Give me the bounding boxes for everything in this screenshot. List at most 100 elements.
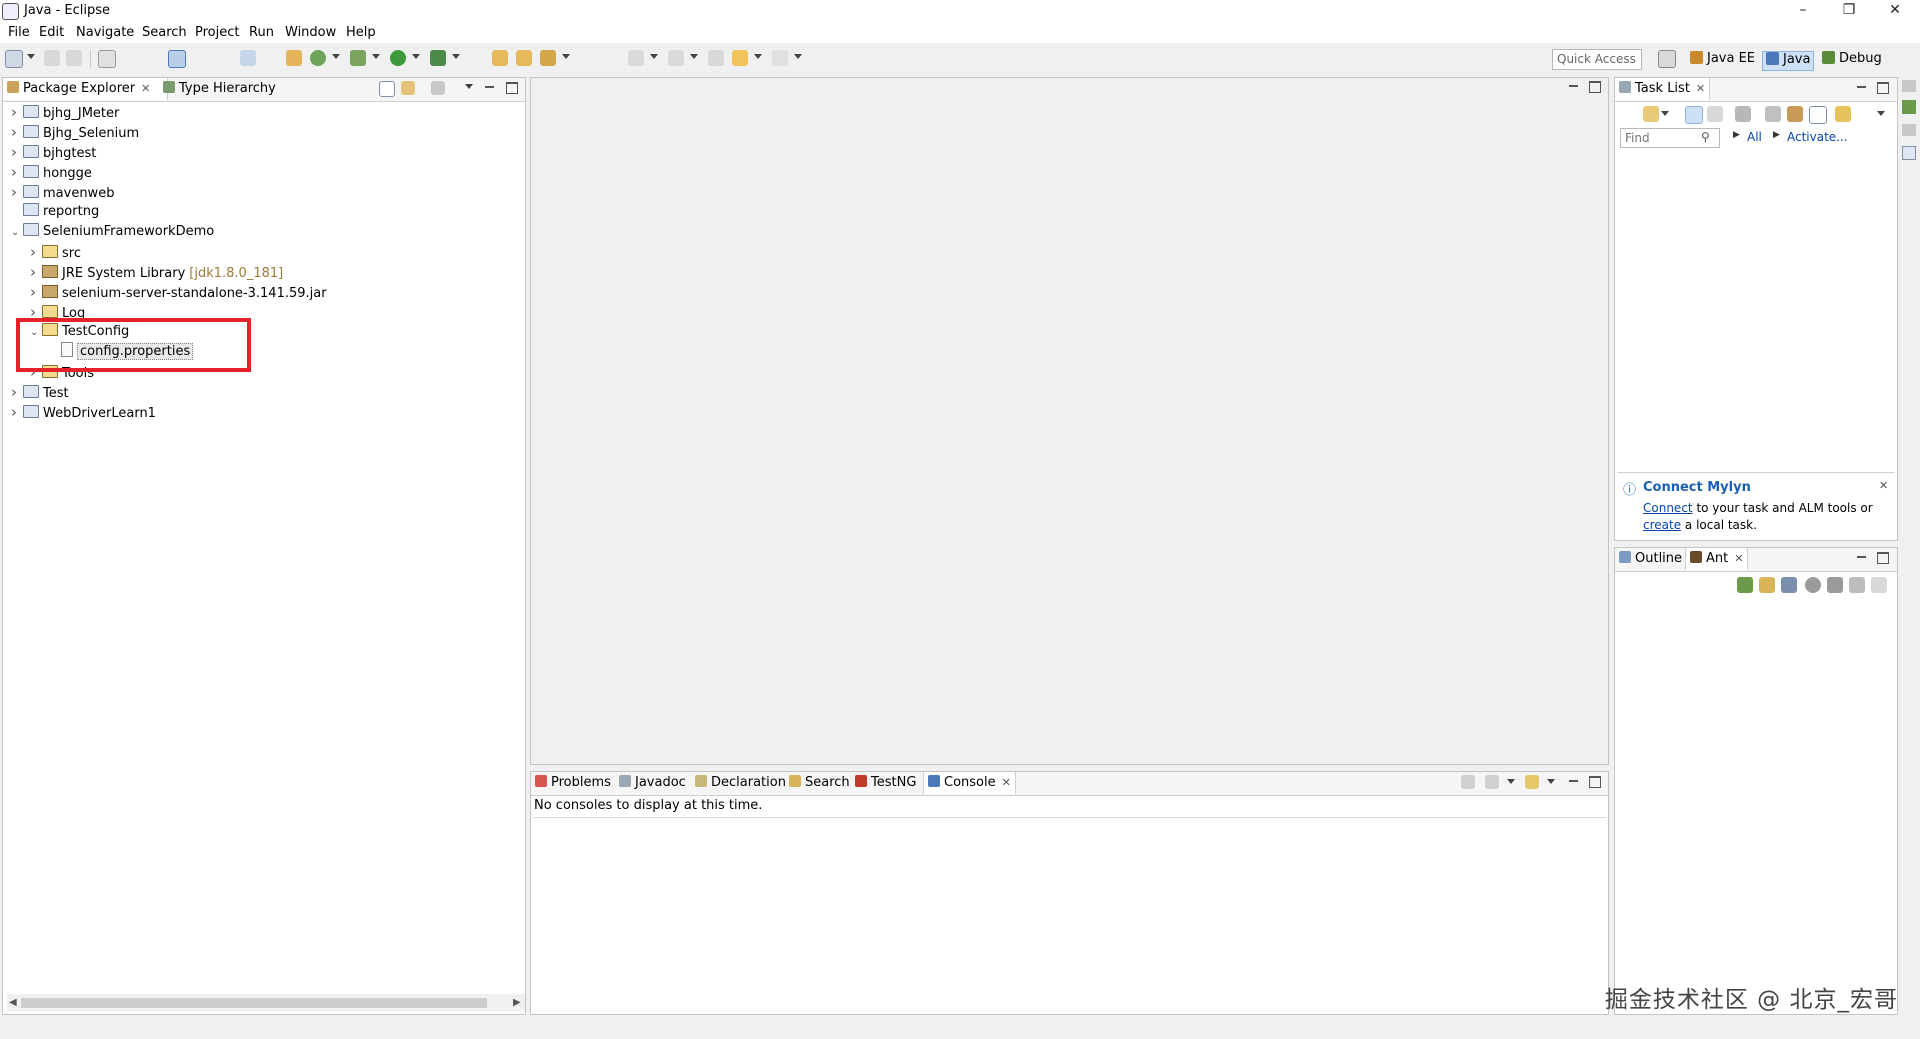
back-dropdown-icon[interactable] [754,54,762,59]
close-icon[interactable]: ✕ [1002,776,1011,789]
tree-item[interactable]: › Bjhg_Selenium [11,122,139,142]
trim-icon[interactable] [1902,100,1916,114]
horizontal-scrollbar[interactable]: ◀ ▶ [7,994,525,1011]
forward-dropdown-icon[interactable] [794,54,802,59]
collapse-all-icon[interactable] [379,81,395,97]
tree-item[interactable]: › selenium-server-standalone-3.141.59.jar [30,282,327,302]
restore-button[interactable]: ❐ [1826,0,1872,22]
save-all-icon[interactable] [66,50,82,66]
back-icon[interactable] [732,50,748,66]
minimize-button[interactable]: – [1780,0,1826,22]
open-type-icon[interactable] [492,50,508,66]
tab-ant[interactable]: Ant ✕ [1685,548,1749,570]
tab-problems[interactable]: Problems [531,772,615,794]
search-buildfile-icon[interactable] [1759,577,1775,593]
scroll-left-icon[interactable]: ◀ [9,994,17,1011]
tree-item[interactable]: › hongge [11,162,92,182]
collapse-chevron-icon[interactable]: › [11,122,21,142]
close-window-button[interactable]: ✕ [1872,0,1918,22]
forward-icon[interactable] [772,50,788,66]
coverage-dropdown-icon[interactable] [332,54,340,59]
tree-item[interactable]: › bjhgtest [11,142,96,162]
collapse-chevron-icon[interactable]: › [30,262,40,282]
minimize-icon[interactable] [1567,776,1579,787]
prev-annotation-icon[interactable] [668,50,684,66]
maximize-icon[interactable] [1877,82,1889,94]
all-link[interactable]: All [1747,130,1762,144]
restore-view-icon[interactable] [1902,80,1916,92]
synchronize-icon[interactable] [1835,106,1851,122]
minimize-icon[interactable] [483,82,495,93]
tab-outline[interactable]: Outline [1615,548,1686,570]
focus-task-icon[interactable] [431,81,445,95]
minimize-icon[interactable] [1855,82,1867,93]
run-dropdown-icon[interactable] [412,54,420,59]
hide-internal-targets-icon[interactable] [1781,577,1797,593]
activate-link[interactable]: Activate... [1787,130,1848,144]
focus-workweek-icon[interactable] [1735,106,1751,122]
connect-link[interactable]: Connect [1643,501,1693,515]
collapse-chevron-icon[interactable]: › [11,142,21,162]
search-tool-dropdown-icon[interactable] [562,54,570,59]
tree-item[interactable]: › Test [11,382,69,402]
minimize-icon[interactable] [1567,81,1579,92]
new-icon[interactable] [5,50,23,68]
coverage-icon[interactable] [310,50,326,66]
debug-dropdown-icon[interactable] [372,54,380,59]
categorized-icon[interactable] [1685,106,1703,124]
hide-completed-icon[interactable] [1765,106,1781,122]
run-target-icon[interactable] [1805,577,1821,593]
collapse-all-icon[interactable] [1809,106,1827,124]
new-dropdown-icon[interactable] [27,54,35,59]
save-icon[interactable] [44,50,60,66]
restore-view-icon[interactable] [1902,124,1916,136]
pin-icon[interactable] [240,50,256,66]
prev-annotation-dropdown-icon[interactable] [690,54,698,59]
collapse-chevron-icon[interactable]: › [30,282,40,302]
tab-search[interactable]: Search [785,772,854,794]
maximize-icon[interactable] [506,82,518,94]
remove-icon[interactable] [1827,577,1843,593]
menu-file[interactable]: File [8,25,30,40]
menu-project[interactable]: Project [195,25,239,40]
menu-search[interactable]: Search [142,25,187,40]
perspective-java-ee[interactable]: Java EE [1690,51,1755,69]
collapse-all-icon[interactable] [1871,577,1887,593]
maximize-icon[interactable] [1877,552,1889,564]
tab-type-hierarchy[interactable]: Type Hierarchy [159,78,280,100]
close-icon[interactable]: ✕ [1734,552,1743,565]
tree-item[interactable]: › mavenweb [11,182,114,202]
view-menu-icon[interactable] [1877,111,1885,116]
close-icon[interactable]: ✕ [1696,82,1705,95]
print-icon[interactable] [98,50,116,68]
trim-view-icon[interactable] [1902,146,1916,160]
search-tool-icon[interactable] [540,50,556,66]
close-icon[interactable]: ✕ [1879,479,1888,492]
expand-chevron-icon[interactable]: ⌄ [11,223,21,243]
tab-console[interactable]: Console ✕ [923,772,1016,794]
last-edit-icon[interactable] [708,50,724,66]
menu-edit[interactable]: Edit [39,25,64,40]
scroll-right-icon[interactable]: ▶ [513,994,521,1011]
collapse-chevron-icon[interactable]: › [11,182,21,202]
tab-testng[interactable]: TestNG [851,772,920,794]
scrollbar-thumb[interactable] [21,998,487,1008]
open-task-icon[interactable] [516,50,532,66]
collapse-chevron-icon[interactable]: › [11,102,21,122]
scheduled-icon[interactable] [1707,106,1723,122]
tab-task-list[interactable]: Task List ✕ [1615,78,1711,100]
next-annotation-dropdown-icon[interactable] [650,54,658,59]
collapse-chevron-icon[interactable]: › [11,382,21,402]
perspective-java[interactable]: Java [1762,51,1815,71]
menu-navigate[interactable]: Navigate [76,25,134,40]
display-console-icon[interactable] [1485,775,1499,789]
open-console-icon[interactable] [168,50,186,68]
menu-help[interactable]: Help [346,25,376,40]
remove-all-icon[interactable] [1849,577,1865,593]
run-icon[interactable] [390,50,406,66]
maximize-icon[interactable] [1589,776,1601,788]
tree-item[interactable]: › JRE System Library [jdk1.8.0_181] [30,262,283,282]
pin-console-icon[interactable] [1461,775,1475,789]
add-buildfile-icon[interactable] [1737,577,1753,593]
collapse-chevron-icon[interactable]: › [11,162,21,182]
